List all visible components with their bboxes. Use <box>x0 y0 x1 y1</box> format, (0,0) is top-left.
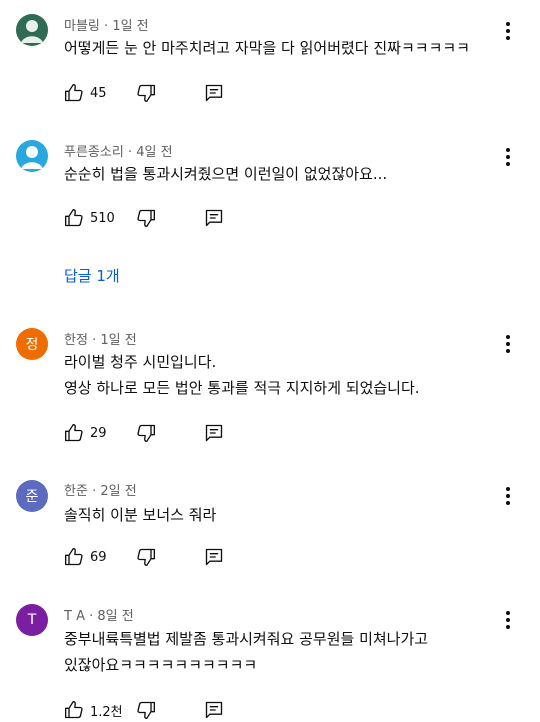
separator: · <box>92 333 97 348</box>
avatar-image-icon <box>21 20 43 43</box>
like-button[interactable]: 29 <box>64 421 107 445</box>
reply-button[interactable] <box>204 545 224 569</box>
like-count: 29 <box>90 425 107 441</box>
thumb-down-icon <box>137 701 155 719</box>
comment-time[interactable]: 1일 전 <box>100 333 136 348</box>
comment-meta: 한준 · 2일 전 <box>64 480 137 499</box>
comment-line: 솔직히 이분 보너스 줘라 <box>64 506 217 524</box>
like-count: 69 <box>90 549 107 565</box>
comment-actions: 45 <box>64 81 264 105</box>
author-name[interactable]: 마블링 <box>64 19 100 34</box>
comment-time[interactable]: 4일 전 <box>136 145 172 160</box>
comment-actions: 69 <box>64 545 264 569</box>
like-button[interactable]: 69 <box>64 545 107 569</box>
like-button[interactable]: 45 <box>64 81 107 105</box>
like-button[interactable]: 510 <box>64 206 115 230</box>
more-vert-icon <box>506 22 510 26</box>
reply-button[interactable] <box>204 81 224 105</box>
comment-line: 순순히 법을 통과시켜줬으면 이런일이 없었잖아요... <box>64 165 388 183</box>
dislike-button[interactable] <box>136 206 156 230</box>
reply-comment-icon <box>205 209 223 227</box>
thumb-up-icon <box>65 84 83 102</box>
separator: · <box>127 145 133 160</box>
comment-time[interactable]: 1일 전 <box>112 19 148 34</box>
comment-text: 솔직히 이분 보너스 줘라 <box>64 502 504 528</box>
reply-comment-icon <box>205 84 223 102</box>
more-vert-icon <box>506 611 510 615</box>
comment-time[interactable]: 8일 전 <box>97 609 133 624</box>
avatar[interactable] <box>16 140 48 172</box>
author-name[interactable]: 푸른종소리 <box>64 145 124 160</box>
comment-actions: 29 <box>64 421 264 445</box>
comment-actions: 1.2천 <box>64 698 264 722</box>
comment-text: 어떻게든 눈 안 마주치려고 자막을 다 읽어버렸다 진짜ㅋㅋㅋㅋㅋ <box>64 35 504 61</box>
separator: · <box>92 484 97 499</box>
more-vert-icon <box>506 335 510 339</box>
view-replies-link[interactable]: 답글 1개 <box>64 265 120 286</box>
comment-actions: 510 <box>64 206 264 230</box>
comment-line: 어떻게든 눈 안 마주치려고 자막을 다 읽어버렸다 진짜ㅋㅋㅋㅋㅋ <box>64 39 470 57</box>
like-count: 1.2천 <box>90 704 123 720</box>
reply-comment-icon <box>205 424 223 442</box>
avatar-letter: 정 <box>25 337 39 353</box>
thumb-up-icon <box>65 548 83 566</box>
avatar[interactable]: 정 <box>16 328 48 360</box>
thumb-down-icon <box>137 209 155 227</box>
comment-line: 있잖아요ㅋㅋㅋㅋㅋㅋㅋㅋㅋㅋ <box>64 656 258 674</box>
comment-time[interactable]: 2일 전 <box>100 484 136 499</box>
thumb-down-icon <box>137 84 155 103</box>
more-vert-icon <box>506 148 510 152</box>
thumb-down-icon <box>137 424 155 442</box>
comment-line: 라이벌 청주 시민입니다. <box>64 353 217 371</box>
avatar-letter: 준 <box>25 489 39 505</box>
dislike-button[interactable] <box>136 545 156 569</box>
author-name[interactable]: T A <box>64 609 85 624</box>
like-count: 45 <box>90 85 107 101</box>
separator: · <box>89 609 94 624</box>
reply-button[interactable] <box>204 698 224 722</box>
reply-button[interactable] <box>204 421 224 445</box>
dislike-button[interactable] <box>136 421 156 445</box>
comment-meta: 한정 · 1일 전 <box>64 329 137 348</box>
thumb-up-icon <box>65 209 83 227</box>
like-button[interactable]: 1.2천 <box>64 698 123 722</box>
separator: · <box>104 19 109 34</box>
comment-meta: 마블링 · 1일 전 <box>64 15 149 34</box>
thumb-up-icon <box>65 424 83 442</box>
reply-button[interactable] <box>204 206 224 230</box>
thumb-up-icon <box>65 701 83 719</box>
more-vert-icon <box>506 487 510 491</box>
thumb-down-icon <box>137 548 155 566</box>
avatar[interactable]: T <box>16 604 48 636</box>
comment-line: 영상 하나로 모든 법안 통과를 적극 지지하게 되었습니다. <box>64 379 420 397</box>
author-name[interactable]: 한준 <box>64 484 88 499</box>
like-count: 510 <box>90 210 115 226</box>
default-avatar-icon <box>21 146 43 169</box>
author-name[interactable]: 한정 <box>64 333 88 348</box>
comment-text: 중부내륙특별법 제발좀 통과시켜줘요 공무원들 미쳐나가고 있잖아요ㅋㅋㅋㅋㅋㅋ… <box>64 626 504 678</box>
comment-text: 순순히 법을 통과시켜줬으면 이런일이 없었잖아요... <box>64 161 504 187</box>
avatar[interactable] <box>16 14 48 46</box>
comment-line: 중부내륙특별법 제발좀 통과시켜줘요 공무원들 미쳐나가고 <box>64 630 429 648</box>
reply-comment-icon <box>205 548 223 566</box>
reply-comment-icon <box>205 701 223 719</box>
comment-meta: 푸른종소리 · 4일 전 <box>64 141 173 160</box>
comment-text: 라이벌 청주 시민입니다. 영상 하나로 모든 법안 통과를 적극 지지하게 되… <box>64 349 504 401</box>
avatar[interactable]: 준 <box>16 480 48 512</box>
comment-meta: T A · 8일 전 <box>64 605 134 624</box>
dislike-button[interactable] <box>136 698 156 722</box>
avatar-letter: T <box>27 612 37 628</box>
dislike-button[interactable] <box>136 81 156 105</box>
